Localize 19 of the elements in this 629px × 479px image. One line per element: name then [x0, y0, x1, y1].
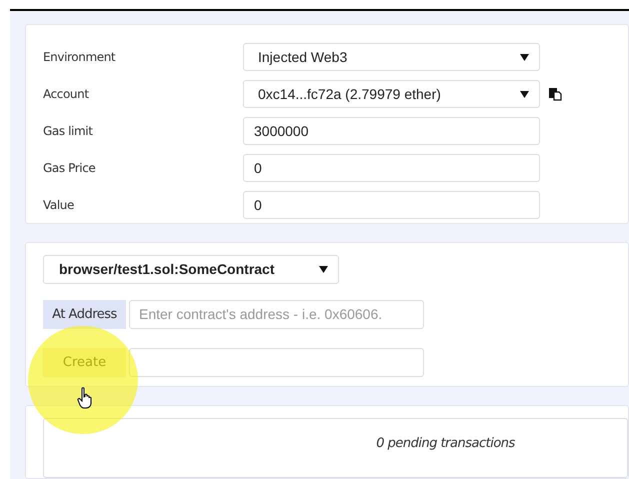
contract-select[interactable]: browser/test1.sol:SomeContract: [43, 254, 339, 284]
address-field[interactable]: Enter contract's address - i.e. 0x60606.: [129, 300, 424, 329]
copy-icon[interactable]: [548, 87, 562, 101]
select-field[interactable]: 0xc14...fc72a (2.79979 ether): [243, 80, 540, 108]
input-field[interactable]: 0: [243, 154, 540, 182]
field-label: Gas Price: [43, 160, 96, 177]
at-address-button[interactable]: At Address: [43, 300, 126, 329]
pending-transactions-text: 0 pending transactions: [376, 435, 515, 453]
field-label: Account: [43, 86, 90, 103]
caret-icon: [319, 266, 328, 273]
input-field[interactable]: 0: [243, 191, 540, 219]
field-label: Gas limit: [43, 123, 94, 140]
select-field[interactable]: Injected Web3: [243, 43, 540, 71]
caret-icon: [520, 54, 529, 60]
caret-icon: [520, 90, 529, 98]
input-field[interactable]: [129, 348, 424, 377]
input-field[interactable]: 3000000: [243, 117, 540, 145]
field-label: Value: [43, 197, 75, 214]
field-label: Environment: [43, 49, 116, 66]
